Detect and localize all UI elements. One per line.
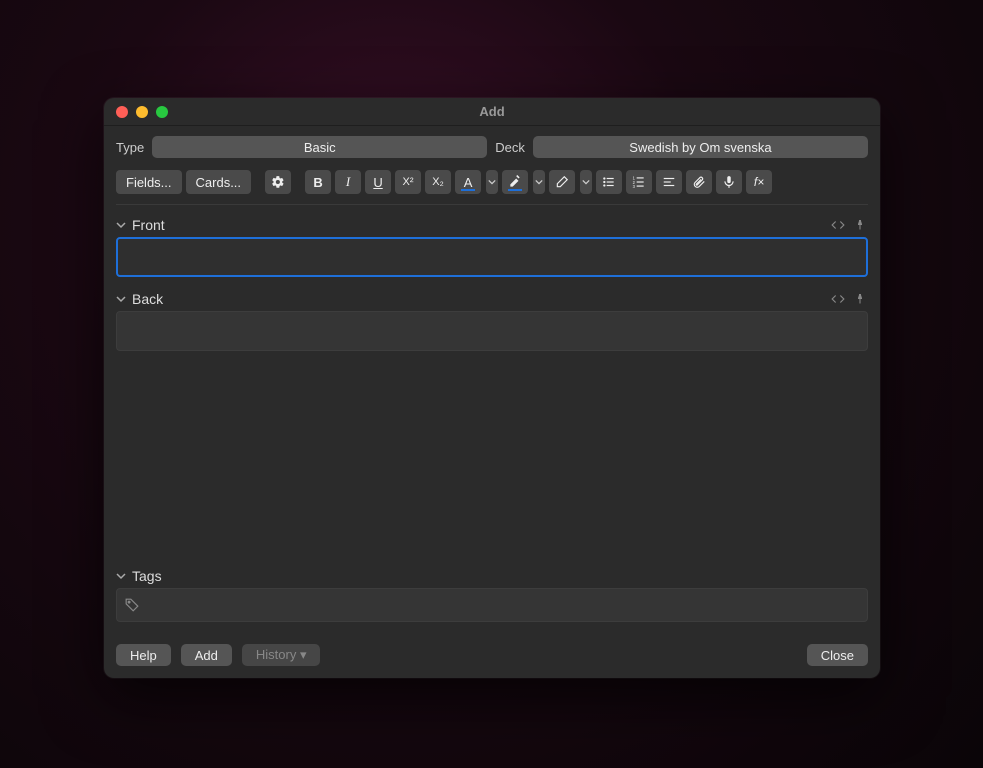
- content-area: Type Basic Deck Swedish by Om svenska Fi…: [104, 126, 880, 634]
- record-audio-button[interactable]: [716, 170, 742, 194]
- front-input[interactable]: [116, 237, 868, 277]
- fields-button[interactable]: Fields...: [116, 170, 182, 194]
- equation-button[interactable]: f×: [746, 170, 772, 194]
- fx-icon: f×: [754, 175, 764, 189]
- tags-section: Tags: [116, 564, 868, 622]
- highlight-color-swatch: [508, 189, 522, 191]
- back-field-header: Back: [116, 287, 868, 311]
- eraser-button[interactable]: [549, 170, 575, 194]
- add-button[interactable]: Add: [181, 644, 232, 666]
- italic-button[interactable]: I: [335, 170, 361, 194]
- front-field-header: Front: [116, 213, 868, 237]
- highlight-button[interactable]: [502, 170, 528, 194]
- titlebar: Add: [104, 98, 880, 126]
- microphone-icon: [722, 175, 736, 189]
- type-deck-row: Type Basic Deck Swedish by Om svenska: [116, 136, 868, 158]
- history-button[interactable]: History ▾: [242, 644, 321, 666]
- text-color-icon: A: [464, 175, 473, 190]
- type-selector-button[interactable]: Basic: [152, 136, 487, 158]
- front-field-label: Front: [132, 217, 165, 233]
- tags-label: Tags: [132, 568, 162, 584]
- footer: Help Add History ▾ Close: [104, 634, 880, 678]
- highlight-dropdown[interactable]: [533, 170, 545, 194]
- subscript-button[interactable]: X₂: [425, 170, 451, 194]
- add-card-window: Add Type Basic Deck Swedish by Om svensk…: [104, 98, 880, 678]
- tag-icon: [125, 598, 139, 612]
- ordered-list-button[interactable]: 123: [626, 170, 652, 194]
- eraser-icon: [555, 175, 569, 189]
- bold-button[interactable]: B: [305, 170, 331, 194]
- type-value: Basic: [304, 140, 336, 155]
- gear-icon: [271, 175, 285, 189]
- text-color-swatch: [461, 189, 475, 191]
- align-icon: [662, 175, 676, 189]
- deck-label: Deck: [495, 140, 525, 155]
- back-field-label: Back: [132, 291, 163, 307]
- deck-selector-button[interactable]: Swedish by Om svenska: [533, 136, 868, 158]
- highlighter-icon: [508, 175, 522, 189]
- minimize-window-button[interactable]: [136, 106, 148, 118]
- tags-input[interactable]: [116, 588, 868, 622]
- attachment-button[interactable]: [686, 170, 712, 194]
- zoom-window-button[interactable]: [156, 106, 168, 118]
- text-color-dropdown[interactable]: [486, 170, 498, 194]
- back-field-section: Back: [116, 287, 868, 351]
- numbered-list-icon: 123: [632, 175, 646, 189]
- unordered-list-button[interactable]: [596, 170, 622, 194]
- front-collapse-toggle[interactable]: [116, 220, 126, 230]
- superscript-button[interactable]: X²: [395, 170, 421, 194]
- window-title: Add: [104, 104, 880, 119]
- tags-collapse-toggle[interactable]: [116, 571, 126, 581]
- traffic-lights: [116, 106, 168, 118]
- paperclip-icon: [692, 175, 706, 189]
- tags-header: Tags: [116, 564, 868, 588]
- front-html-toggle[interactable]: [830, 217, 846, 233]
- editor-toolbar: Fields... Cards... B I U X² X₂ A: [116, 170, 868, 205]
- close-window-button[interactable]: [116, 106, 128, 118]
- eraser-dropdown[interactable]: [580, 170, 592, 194]
- front-pin-toggle[interactable]: [852, 217, 868, 233]
- back-html-toggle[interactable]: [830, 291, 846, 307]
- help-button[interactable]: Help: [116, 644, 171, 666]
- svg-text:3: 3: [633, 184, 636, 189]
- front-field-section: Front: [116, 213, 868, 277]
- alignment-button[interactable]: [656, 170, 682, 194]
- cards-button[interactable]: Cards...: [186, 170, 252, 194]
- type-label: Type: [116, 140, 144, 155]
- settings-button[interactable]: [265, 170, 291, 194]
- deck-value: Swedish by Om svenska: [629, 140, 771, 155]
- back-pin-toggle[interactable]: [852, 291, 868, 307]
- back-input[interactable]: [116, 311, 868, 351]
- back-collapse-toggle[interactable]: [116, 294, 126, 304]
- underline-button[interactable]: U: [365, 170, 391, 194]
- bullet-list-icon: [602, 175, 616, 189]
- text-color-button[interactable]: A: [455, 170, 481, 194]
- close-button[interactable]: Close: [807, 644, 868, 666]
